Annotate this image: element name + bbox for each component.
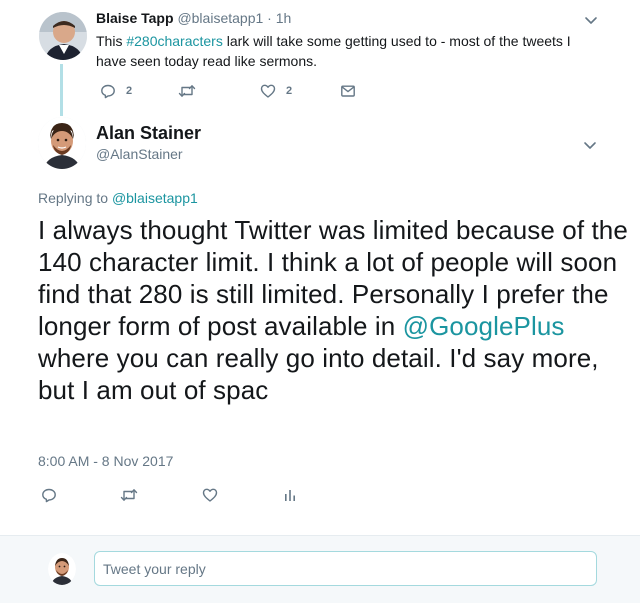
parent-like-count: 2 [286,85,293,97]
retweet-icon [178,85,196,97]
thread-connector-line [60,64,63,116]
replying-to-label: Replying to [38,190,109,206]
tweet-timestamp[interactable]: 8:00 AM - 8 Nov 2017 [38,453,173,469]
envelope-icon [341,85,355,97]
main-author-avatar[interactable] [38,117,86,169]
reply-input[interactable] [94,551,597,586]
main-text-after: where you can really go into detail. I'd… [38,343,599,405]
parent-author-handle[interactable]: @blaisetapp1 [177,10,263,26]
current-user-avatar [48,553,76,585]
parent-tweet-time[interactable]: 1h [276,10,292,26]
chevron-down-icon[interactable] [582,137,598,153]
reply-icon [101,84,115,99]
like-button[interactable] [202,487,218,503]
main-tweet-text: I always thought Twitter was limited bec… [38,214,628,406]
replying-to-link[interactable]: @blaisetapp1 [112,190,198,206]
parent-author-header: Blaise Tapp @blaisetapp1 · 1h [96,10,291,26]
parent-reply-button[interactable]: 2 [100,83,132,99]
heart-icon [202,488,218,502]
parent-dm-button[interactable] [340,83,356,99]
parent-retweet-button[interactable] [178,83,196,99]
reply-button[interactable] [41,487,57,503]
chevron-down-icon[interactable] [583,12,599,28]
mention-link[interactable]: @GooglePlus [403,311,565,341]
person-avatar-icon [48,553,76,585]
parent-author-avatar[interactable] [39,12,87,60]
person-avatar-icon [39,12,87,60]
parent-like-button[interactable]: 2 [260,83,292,99]
reply-icon [42,488,56,503]
analytics-bar-icon [285,490,295,501]
retweet-button[interactable] [120,487,138,503]
parent-author-name[interactable]: Blaise Tapp [96,10,174,26]
hashtag-link[interactable]: #280characters [126,33,223,49]
separator-dot: · [267,10,272,26]
main-author-name[interactable]: Alan Stainer [96,123,201,144]
person-avatar-icon [38,117,86,169]
main-author-handle[interactable]: @AlanStainer [96,146,183,162]
parent-text-before: This [96,33,127,49]
parent-tweet-text: This #280characters lark will take some … [96,31,596,71]
retweet-icon [120,489,138,501]
replying-to-line: Replying to @blaisetapp1 [38,190,198,206]
analytics-button[interactable] [282,487,298,503]
parent-reply-count: 2 [126,85,133,97]
heart-icon [260,84,276,98]
